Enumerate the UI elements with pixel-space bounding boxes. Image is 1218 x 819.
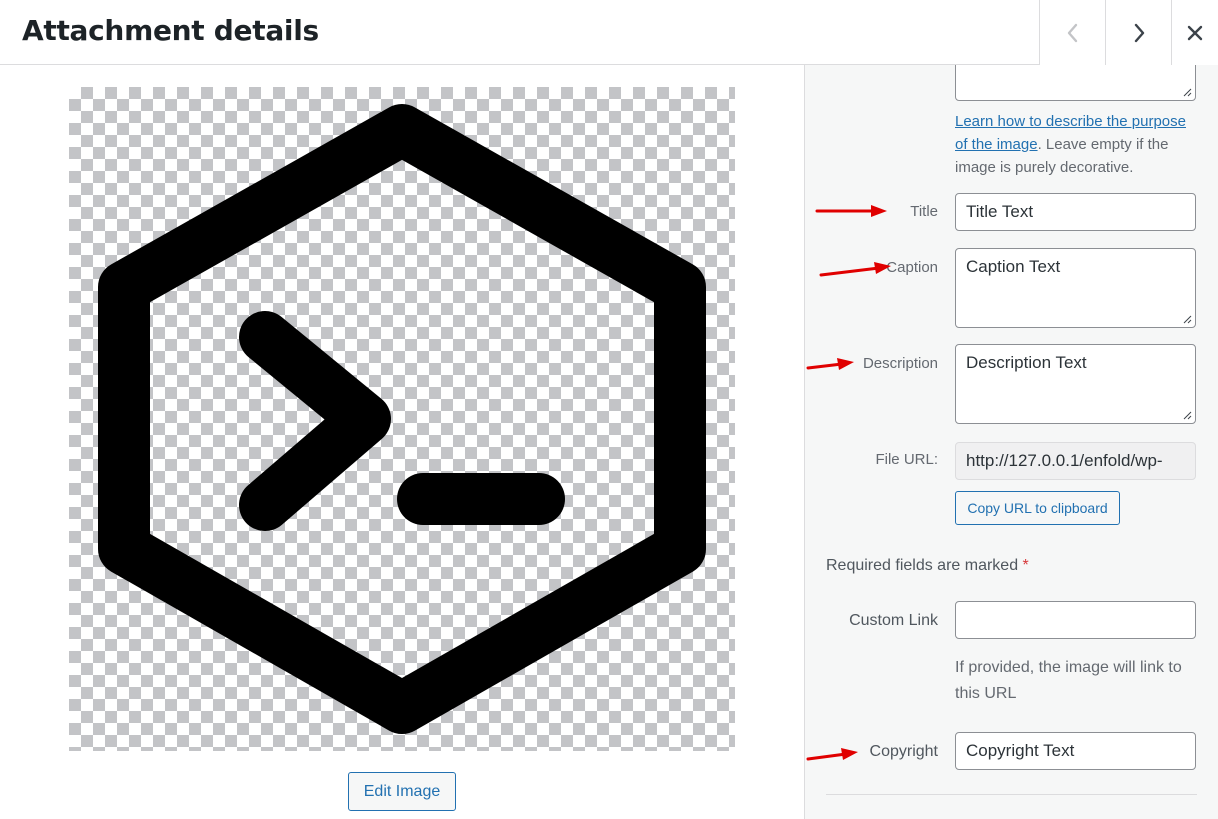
required-note-text: Required fields are marked <box>826 557 1019 574</box>
annotation-arrow-icon <box>806 748 858 761</box>
description-field[interactable]: Description Text <box>955 344 1196 424</box>
alt-text-help: Learn how to describe the purpose of the… <box>955 110 1200 179</box>
edit-image-button[interactable]: Edit Image <box>348 772 456 811</box>
image-preview <box>69 87 735 751</box>
attachment-details-panel: Learn how to describe the purpose of the… <box>804 65 1218 819</box>
image-preview-pane: Edit Image <box>0 65 804 819</box>
custom-link-label: Custom Link <box>849 612 938 629</box>
alt-text-field[interactable] <box>955 65 1196 101</box>
annotation-arrow-icon <box>815 205 887 217</box>
copyright-field[interactable]: Copyright Text <box>955 732 1196 770</box>
previous-button[interactable] <box>1039 0 1105 65</box>
resize-grip-icon <box>1183 315 1192 324</box>
caption-field[interactable]: Caption Text <box>955 248 1196 328</box>
custom-link-help: If provided, the image will link to this… <box>955 659 1182 702</box>
file-url-value: http://127.0.0.1/enfold/wp- <box>966 451 1163 470</box>
resize-grip-icon <box>1183 88 1192 97</box>
annotation-arrow-icon <box>819 262 891 277</box>
annotation-arrow-icon <box>806 358 854 370</box>
resize-grip-icon <box>1183 411 1192 420</box>
title-field[interactable]: Title Text <box>955 193 1196 231</box>
required-star: * <box>1022 557 1029 574</box>
copy-url-button[interactable]: Copy URL to clipboard <box>955 491 1120 525</box>
close-icon <box>1187 25 1203 40</box>
caption-field-value: Caption Text <box>966 257 1061 276</box>
title-field-value: Title Text <box>966 202 1034 221</box>
chevron-left-icon <box>1067 23 1077 42</box>
file-url-label: File URL: <box>875 451 938 468</box>
terminal-hexagon-icon <box>98 104 706 734</box>
modal-header: Attachment details <box>0 0 1218 65</box>
close-button[interactable] <box>1171 0 1218 65</box>
next-button[interactable] <box>1105 0 1171 65</box>
copyright-field-value: Copyright Text <box>966 741 1075 760</box>
section-divider <box>826 794 1197 795</box>
custom-link-field[interactable] <box>955 601 1196 639</box>
page-title: Attachment details <box>22 14 319 47</box>
file-url-field[interactable]: http://127.0.0.1/enfold/wp- <box>955 442 1196 480</box>
description-field-value: Description Text <box>966 353 1087 372</box>
chevron-right-icon <box>1134 23 1144 42</box>
required-fields-note: Required fields are marked * <box>826 557 1029 575</box>
